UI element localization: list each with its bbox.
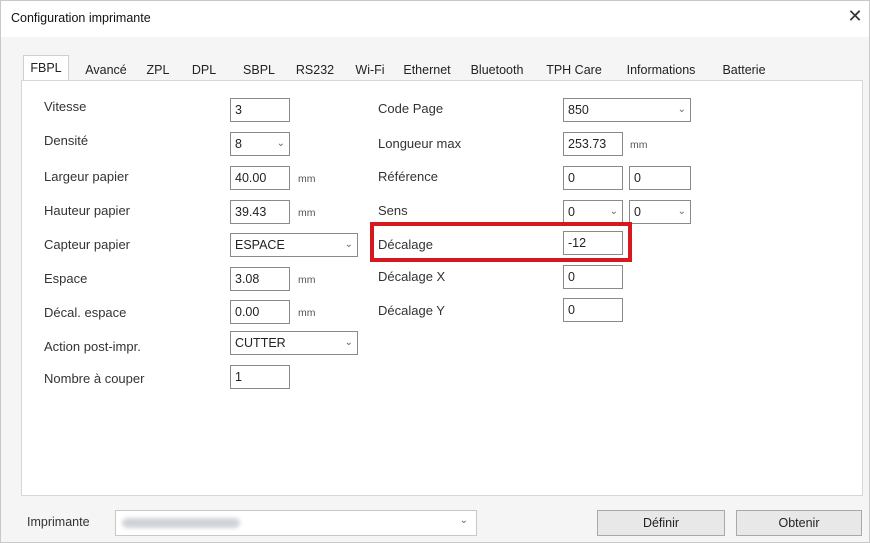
sens-value-1: 0 [568, 205, 575, 219]
chevron-down-icon: ⌄ [677, 104, 686, 115]
reference-label: Référence [378, 169, 438, 184]
hauteur-papier-label: Hauteur papier [44, 203, 130, 218]
largeur-papier-input[interactable]: 40.00 [230, 166, 290, 190]
espace-unit: mm [298, 274, 316, 286]
capteur-papier-select[interactable]: ESPACE ⌄ [230, 233, 358, 257]
fbpl-panel: Vitesse 3 Densité 8 ⌄ Largeur papier 40.… [21, 80, 863, 496]
action-post-impr-select[interactable]: CUTTER ⌄ [230, 331, 358, 355]
decal-espace-unit: mm [298, 307, 316, 319]
capteur-value: ESPACE [235, 238, 285, 252]
printer-label: Imprimante [27, 515, 90, 529]
sens-select-2[interactable]: 0 ⌄ [629, 200, 691, 224]
vitesse-label: Vitesse [44, 99, 87, 114]
sens-label: Sens [378, 203, 408, 218]
title-bar: Configuration imprimante ✕ [1, 1, 869, 37]
longueur-max-input[interactable]: 253.73 [563, 132, 623, 156]
action-post-impr-label: Action post-impr. [44, 339, 141, 354]
code-page-value: 850 [568, 103, 589, 117]
decalage-x-label: Décalage X [378, 269, 446, 284]
capteur-papier-label: Capteur papier [44, 237, 130, 252]
tab-tph-care[interactable]: TPH Care [537, 58, 611, 80]
decalage-y-label: Décalage Y [378, 303, 445, 318]
decalage-x-input[interactable]: 0 [563, 265, 623, 289]
nombre-a-couper-label: Nombre à couper [44, 371, 145, 386]
reference-input-1[interactable]: 0 [563, 166, 623, 190]
chevron-down-icon: ⌄ [677, 206, 686, 217]
densite-select[interactable]: 8 ⌄ [230, 132, 290, 156]
chevron-down-icon: ⌄ [344, 239, 353, 250]
tab-informations[interactable]: Informations [613, 58, 709, 80]
close-icon[interactable]: ✕ [844, 6, 866, 28]
decalage-y-input[interactable]: 0 [563, 298, 623, 322]
printer-config-window: Configuration imprimante ✕ FBPL Avancé Z… [0, 0, 870, 543]
code-page-select[interactable]: 850 ⌄ [563, 98, 691, 122]
tab-dpl[interactable]: DPL [183, 58, 225, 80]
code-page-label: Code Page [378, 101, 444, 116]
tab-avance[interactable]: Avancé [77, 58, 135, 80]
hauteur-papier-input[interactable]: 39.43 [230, 200, 290, 224]
chevron-down-icon: ⌄ [344, 337, 353, 348]
espace-input[interactable]: 3.08 [230, 267, 290, 291]
window-title: Configuration imprimante [11, 11, 151, 25]
sens-select-1[interactable]: 0 ⌄ [563, 200, 623, 224]
printer-select[interactable]: ⌄ [115, 510, 477, 536]
decalage-highlight-box [370, 222, 632, 262]
tab-rs232[interactable]: RS232 [287, 58, 343, 80]
chevron-down-icon: ⌄ [609, 206, 618, 217]
espace-label: Espace [44, 271, 88, 286]
obtenir-button[interactable]: Obtenir [736, 510, 862, 536]
tab-fbpl[interactable]: FBPL [23, 55, 69, 81]
sens-value-2: 0 [634, 205, 641, 219]
tab-wifi[interactable]: Wi-Fi [347, 58, 393, 80]
longueur-unit: mm [630, 139, 648, 151]
nombre-a-couper-input[interactable]: 1 [230, 365, 290, 389]
action-value: CUTTER [235, 336, 286, 350]
hauteur-unit: mm [298, 207, 316, 219]
vitesse-input[interactable]: 3 [230, 98, 290, 122]
decal-espace-input[interactable]: 0.00 [230, 300, 290, 324]
largeur-unit: mm [298, 173, 316, 185]
definir-button[interactable]: Définir [597, 510, 725, 536]
chevron-down-icon: ⌄ [276, 138, 285, 149]
tab-zpl[interactable]: ZPL [137, 58, 179, 80]
tab-bluetooth[interactable]: Bluetooth [461, 58, 533, 80]
printer-name-redacted [122, 518, 240, 528]
tab-batterie[interactable]: Batterie [711, 58, 777, 80]
chevron-down-icon: ⌄ [459, 515, 468, 526]
largeur-papier-label: Largeur papier [44, 169, 129, 184]
tab-ethernet[interactable]: Ethernet [395, 58, 459, 80]
densite-label: Densité [44, 133, 89, 148]
longueur-max-label: Longueur max [378, 136, 462, 151]
decal-espace-label: Décal. espace [44, 305, 127, 320]
tab-sbpl[interactable]: SBPL [235, 58, 283, 80]
reference-input-2[interactable]: 0 [629, 166, 691, 190]
densite-value: 8 [235, 137, 242, 151]
